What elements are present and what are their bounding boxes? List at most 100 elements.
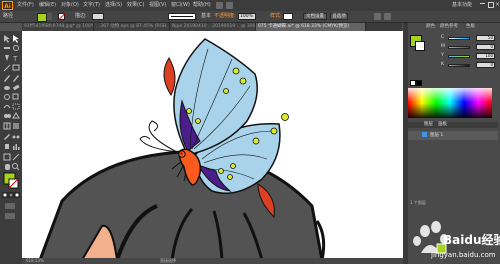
direct-selection-tool-icon[interactable] <box>13 35 19 43</box>
opacity-label: 不透明度: <box>214 13 236 19</box>
watermark-url: jingyan.baidu.com <box>430 251 496 259</box>
channel-c-slider[interactable] <box>448 37 470 40</box>
butterfly-artwork <box>38 38 326 260</box>
free-transform-tool-icon[interactable] <box>12 103 20 110</box>
zoom-tool-icon[interactable] <box>12 163 20 171</box>
blend-tool-icon[interactable] <box>12 135 20 139</box>
line-tool-icon[interactable] <box>3 64 11 72</box>
leaf-shape <box>163 57 176 97</box>
pen-tool-icon[interactable] <box>5 55 9 61</box>
artboard-canvas[interactable] <box>22 31 403 260</box>
drawing-mode-icon[interactable] <box>5 203 15 209</box>
brush-preview[interactable] <box>168 13 196 20</box>
channel-c-label: C <box>441 35 445 40</box>
layer-color-icon <box>422 132 427 137</box>
document-tab[interactable]: Njpe 20190410 ...20190519 ...@ 300... <box>170 23 256 31</box>
zoom-level[interactable]: 618.33% <box>26 258 44 264</box>
arrange-documents-icon[interactable] <box>374 13 381 20</box>
brush-label[interactable]: 基本 <box>201 12 211 21</box>
none-mode-icon[interactable] <box>14 192 20 198</box>
preferences-button[interactable]: 首选项 <box>330 13 348 20</box>
screen-mode-icon[interactable] <box>5 213 15 219</box>
workspace-switcher[interactable]: 基本功能 <box>452 1 472 10</box>
tab-artboards[interactable]: 画板 <box>438 122 447 128</box>
scale-tool-icon[interactable] <box>12 93 19 100</box>
tools-grid: T <box>2 35 20 219</box>
menu-object[interactable]: 对象(O) <box>61 1 79 10</box>
channel-m-value[interactable]: 0 <box>476 44 495 50</box>
tab-color[interactable]: 颜色 <box>426 23 435 30</box>
menu-file[interactable]: 文件(F) <box>17 1 34 10</box>
tab-color-guide[interactable]: 颜色参考 <box>440 23 458 30</box>
menu-select[interactable]: 选择(S) <box>105 1 122 10</box>
menu-view[interactable]: 视图(V) <box>149 1 166 10</box>
layers-tab-bar <box>408 122 498 128</box>
fill-dropdown-icon[interactable] <box>47 13 52 20</box>
style-swatch[interactable] <box>283 13 293 20</box>
channel-y-label: Y <box>441 53 444 58</box>
pencil-tool-icon[interactable] <box>13 75 19 82</box>
column-graph-tool-icon[interactable] <box>13 144 20 150</box>
current-tool-status: 直接选择 <box>160 258 176 263</box>
control-mode-label: 路径 <box>3 13 14 19</box>
document-tab[interactable]: ...367 动物.eps @ 87.45% (RGB... <box>94 23 170 31</box>
watermark-text: Baidu经验 <box>443 232 500 247</box>
bridge-icon[interactable] <box>216 2 223 9</box>
stroke-swatch[interactable] <box>58 13 66 20</box>
tab-swatches[interactable]: 色板 <box>466 23 475 30</box>
arrange-icon[interactable] <box>226 2 233 9</box>
gradient-tool-icon[interactable] <box>13 123 19 129</box>
menu-effect[interactable]: 效果(C) <box>127 1 144 10</box>
channel-y-value[interactable]: 100 <box>476 53 495 59</box>
cartoon-hair-shape <box>38 150 324 260</box>
channel-k-value[interactable]: 0 <box>476 62 495 68</box>
lasso-tool-icon[interactable] <box>13 45 19 51</box>
menu-edit[interactable]: 编辑(E) <box>39 1 56 10</box>
channel-y-slider[interactable] <box>448 55 470 58</box>
paintbrush-tool-icon[interactable] <box>4 75 10 82</box>
eyedropper-tool-icon[interactable] <box>4 134 10 140</box>
color-spectrum-light <box>408 88 492 102</box>
color-mode-icon[interactable] <box>2 192 8 198</box>
rectangle-tool-icon[interactable] <box>12 64 20 71</box>
fill-swatch[interactable] <box>37 13 47 22</box>
magic-wand-tool-icon[interactable] <box>4 47 10 49</box>
type-tool-icon[interactable]: T <box>12 55 18 63</box>
document-tab[interactable]: 91ff541f68fc97d8.jpg* @ 100%... <box>22 23 94 31</box>
mesh-tool-icon[interactable] <box>3 122 11 130</box>
layer-row[interactable]: 图层 1 <box>408 131 498 140</box>
selection-tool-icon[interactable] <box>4 35 10 43</box>
width-tool-icon[interactable] <box>3 105 11 109</box>
transform-icon[interactable] <box>384 13 391 20</box>
status-bar <box>22 258 403 264</box>
svg-text:T: T <box>12 55 18 63</box>
black-swatch[interactable] <box>416 80 422 86</box>
opacity-input[interactable]: 100% <box>238 13 256 20</box>
shape-builder-tool-icon[interactable] <box>4 114 11 118</box>
stroke-label: 描边: <box>75 13 87 19</box>
channel-k-slider[interactable] <box>448 64 470 67</box>
close-icon[interactable]: × <box>495 0 500 9</box>
perspective-grid-tool-icon[interactable] <box>12 112 20 119</box>
channel-m-slider[interactable] <box>448 46 470 49</box>
stroke-weight-input[interactable] <box>92 13 104 20</box>
document-tab-active[interactable]: 075 卡通蝴蝶.ai* @ 618.33% (CMYK/预览) <box>256 23 366 31</box>
channel-m-label: M <box>441 44 445 49</box>
blob-brush-tool-icon[interactable] <box>4 86 10 90</box>
menu-type[interactable]: 文字(T) <box>83 1 100 10</box>
channel-c-value[interactable]: 50 <box>476 35 495 41</box>
maximize-icon[interactable] <box>488 2 494 8</box>
tab-layers[interactable]: 图层 <box>424 122 433 128</box>
symbol-sprayer-tool-icon[interactable] <box>5 144 9 149</box>
document-setup-button[interactable]: 文档设置 <box>303 13 327 20</box>
hand-tool-icon[interactable] <box>5 164 10 170</box>
minimize-icon[interactable] <box>480 3 485 4</box>
menu-window[interactable]: 窗口(W) <box>171 1 190 10</box>
slice-tool-icon[interactable] <box>12 153 20 161</box>
rotate-tool-icon[interactable] <box>4 94 10 100</box>
menu-help[interactable]: 帮助(H) <box>193 1 211 10</box>
color-panel-stroke[interactable] <box>415 41 425 51</box>
artboard-tool-icon[interactable] <box>3 153 11 161</box>
gradient-mode-icon[interactable] <box>8 192 14 198</box>
eraser-tool-icon[interactable] <box>12 84 20 91</box>
